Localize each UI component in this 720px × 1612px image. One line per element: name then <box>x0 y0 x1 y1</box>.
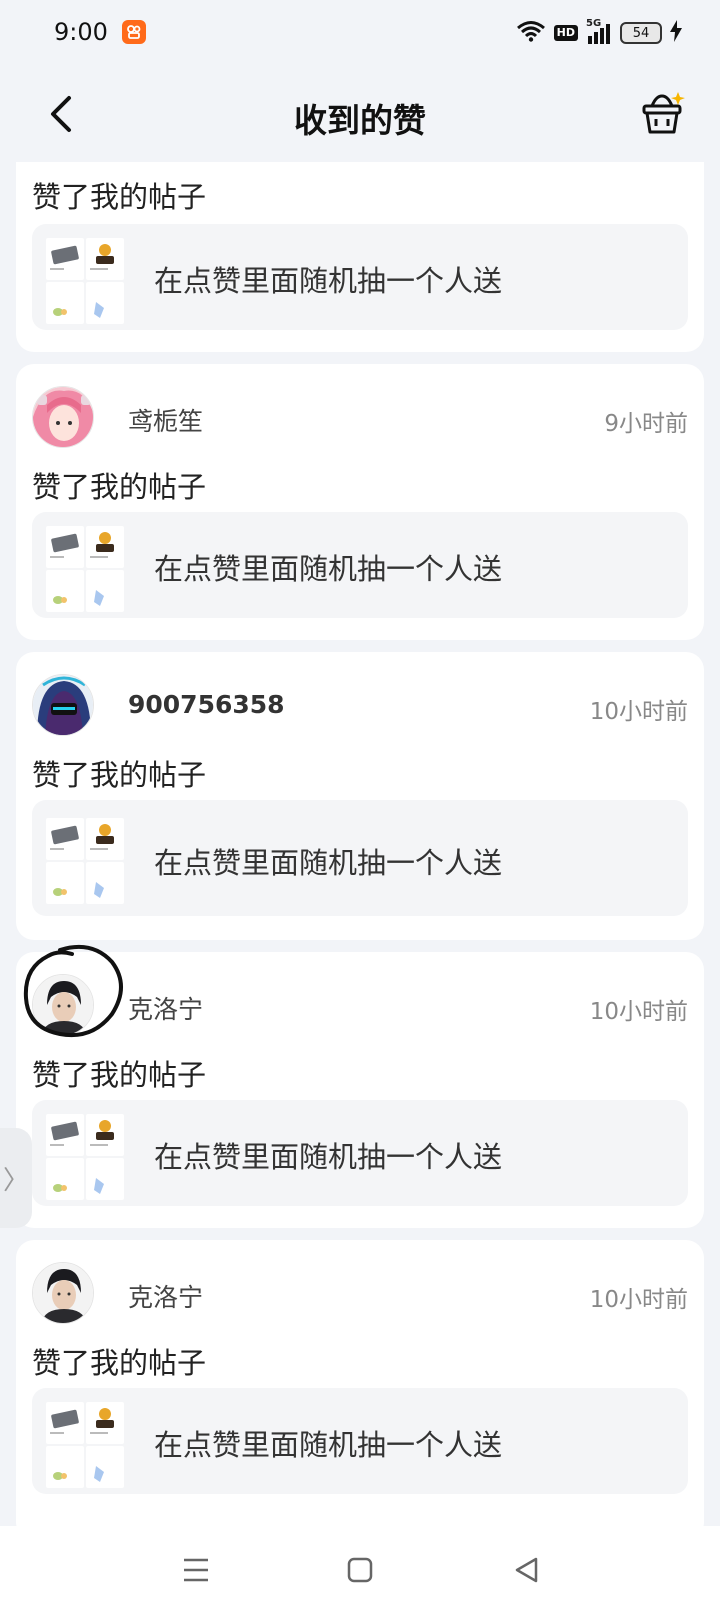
basket-icon <box>642 92 685 134</box>
card-header: 克洛宁 10小时前 <box>32 1262 688 1326</box>
post-thumbnail <box>46 1114 124 1200</box>
timestamp: 9小时前 <box>604 411 688 437</box>
username[interactable]: 克洛宁 <box>128 1278 203 1314</box>
status-time: 9:00 <box>54 18 108 46</box>
side-drawer-handle[interactable]: 〉 <box>0 1128 32 1228</box>
avatar[interactable] <box>32 1262 94 1324</box>
basket-button[interactable] <box>636 88 688 140</box>
charging-icon <box>670 20 682 46</box>
avatar[interactable] <box>32 386 94 448</box>
home-button[interactable] <box>338 1548 382 1592</box>
like-card[interactable]: 鸢栀笙 9小时前 赞了我的帖子 在点赞里面随机抽一个人送 <box>16 364 704 640</box>
menu-button[interactable] <box>174 1548 218 1592</box>
post-title: 在点赞里面随机抽一个人送 <box>154 552 503 586</box>
post-preview[interactable]: 在点赞里面随机抽一个人送 <box>32 224 688 330</box>
card-header: 鸢栀笙 9小时前 <box>32 386 688 450</box>
timestamp: 10小时前 <box>589 999 688 1025</box>
action-text: 赞了我的帖子 <box>32 470 207 504</box>
header: 收到的赞 <box>0 66 720 162</box>
back-triangle-icon <box>515 1557 538 1583</box>
username[interactable]: 鸢栀笙 <box>128 402 203 438</box>
post-thumbnail <box>46 238 124 324</box>
action-text: 赞了我的帖子 <box>32 180 207 214</box>
timestamp: 10小时前 <box>589 1287 688 1313</box>
wifi-icon <box>516 20 546 46</box>
like-card[interactable]: 克洛宁 10小时前 赞了我的帖子 在点赞里面随机抽一个人送 <box>16 945 704 1228</box>
kuaishou-icon <box>122 20 146 44</box>
hand-drawn-circle-annotation <box>23 945 123 1037</box>
status-indicators: HD 5G 54 <box>516 18 682 48</box>
card-header: 900756358 10小时前 <box>32 674 688 738</box>
menu-icon <box>184 1558 208 1582</box>
post-preview[interactable]: 在点赞里面随机抽一个人送 <box>32 512 688 618</box>
post-preview[interactable]: 在点赞里面随机抽一个人送 <box>32 800 688 916</box>
post-thumbnail <box>46 526 124 612</box>
like-card[interactable]: 克洛宁 10小时前 赞了我的帖子 在点赞里面随机抽一个人送 <box>16 1240 704 1526</box>
status-bar: 9:00 HD 5G 54 <box>0 0 720 66</box>
like-card[interactable]: 赞了我的帖子 在点赞里面随机抽一个人送 <box>16 162 704 352</box>
home-square-icon <box>347 1557 373 1583</box>
action-text: 赞了我的帖子 <box>32 758 207 792</box>
username[interactable]: 克洛宁 <box>128 990 203 1026</box>
system-nav-bar <box>0 1526 720 1612</box>
like-card[interactable]: 900756358 10小时前 赞了我的帖子 在点赞里面随机抽一个人送 <box>16 652 704 940</box>
system-back-button[interactable] <box>504 1548 548 1592</box>
post-thumbnail <box>46 818 124 904</box>
page-title: 收到的赞 <box>294 101 426 140</box>
username[interactable]: 900756358 <box>128 690 285 719</box>
timestamp: 10小时前 <box>589 699 688 725</box>
hd-badge: HD <box>553 25 578 41</box>
post-title: 在点赞里面随机抽一个人送 <box>154 1140 503 1174</box>
post-title: 在点赞里面随机抽一个人送 <box>154 264 503 298</box>
post-thumbnail <box>46 1402 124 1488</box>
action-text: 赞了我的帖子 <box>32 1346 207 1380</box>
cellular-signal-icon: 5G <box>586 18 612 44</box>
likes-list[interactable]: 赞了我的帖子 在点赞里面随机抽一个人送 鸢栀笙 9小时前 赞了我的帖子 在点赞里… <box>0 162 720 1526</box>
post-title: 在点赞里面随机抽一个人送 <box>154 1428 503 1462</box>
action-text: 赞了我的帖子 <box>32 1058 207 1092</box>
post-preview[interactable]: 在点赞里面随机抽一个人送 <box>32 1100 688 1206</box>
battery-icon: 54 <box>620 22 662 44</box>
avatar[interactable] <box>32 674 94 736</box>
post-title: 在点赞里面随机抽一个人送 <box>154 846 503 880</box>
post-preview[interactable]: 在点赞里面随机抽一个人送 <box>32 1388 688 1494</box>
